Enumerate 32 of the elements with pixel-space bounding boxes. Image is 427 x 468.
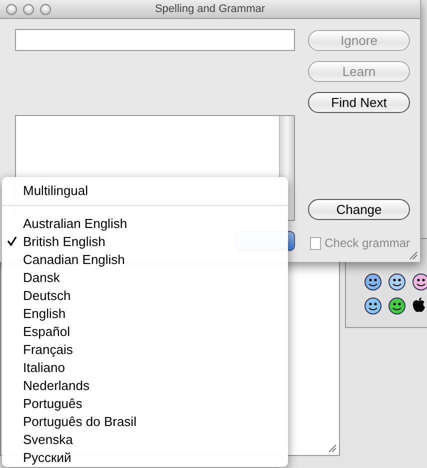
smiley-icon[interactable] — [388, 297, 406, 315]
smiley-icon[interactable] — [388, 273, 406, 291]
menu-item[interactable]: Français — [2, 340, 288, 358]
change-button[interactable]: Change — [308, 199, 410, 220]
menu-item[interactable]: Deutsch — [2, 286, 288, 304]
menu-item[interactable]: Português do Brasil — [2, 412, 288, 430]
menu-item[interactable]: Svenska — [2, 430, 288, 448]
menu-item[interactable]: Nederlands — [2, 376, 288, 394]
smiley-icon[interactable] — [364, 297, 382, 315]
zoom-button[interactable] — [40, 4, 51, 14]
menu-item[interactable]: Español — [2, 322, 288, 340]
apple-icon[interactable] — [412, 297, 426, 313]
smiley-icon[interactable] — [412, 273, 427, 291]
smiley-icon[interactable] — [364, 273, 382, 291]
menu-item[interactable]: Multilingual — [2, 181, 288, 199]
resize-grip-icon[interactable] — [408, 250, 418, 260]
menu-item[interactable]: Português — [2, 394, 288, 412]
resize-grip-icon[interactable] — [327, 443, 337, 453]
action-button[interactable]: Find Next — [308, 92, 410, 113]
menu-item[interactable]: Canadian English — [2, 250, 288, 268]
menu-item[interactable]: Русский — [2, 448, 288, 466]
menu-item[interactable]: English — [2, 304, 288, 322]
minimize-button[interactable] — [23, 4, 34, 14]
checkmark-icon — [7, 236, 17, 246]
menu-item[interactable]: British English — [2, 232, 288, 250]
menu-item[interactable]: Australian English — [2, 214, 288, 232]
menu-item[interactable]: Italiano — [2, 358, 288, 376]
close-button[interactable] — [6, 4, 17, 14]
menu-item[interactable]: Dansk — [2, 268, 288, 286]
window-title: Spelling and Grammar — [154, 3, 266, 15]
checkbox-label: Check grammar — [324, 236, 410, 250]
word-field[interactable] — [15, 29, 295, 51]
